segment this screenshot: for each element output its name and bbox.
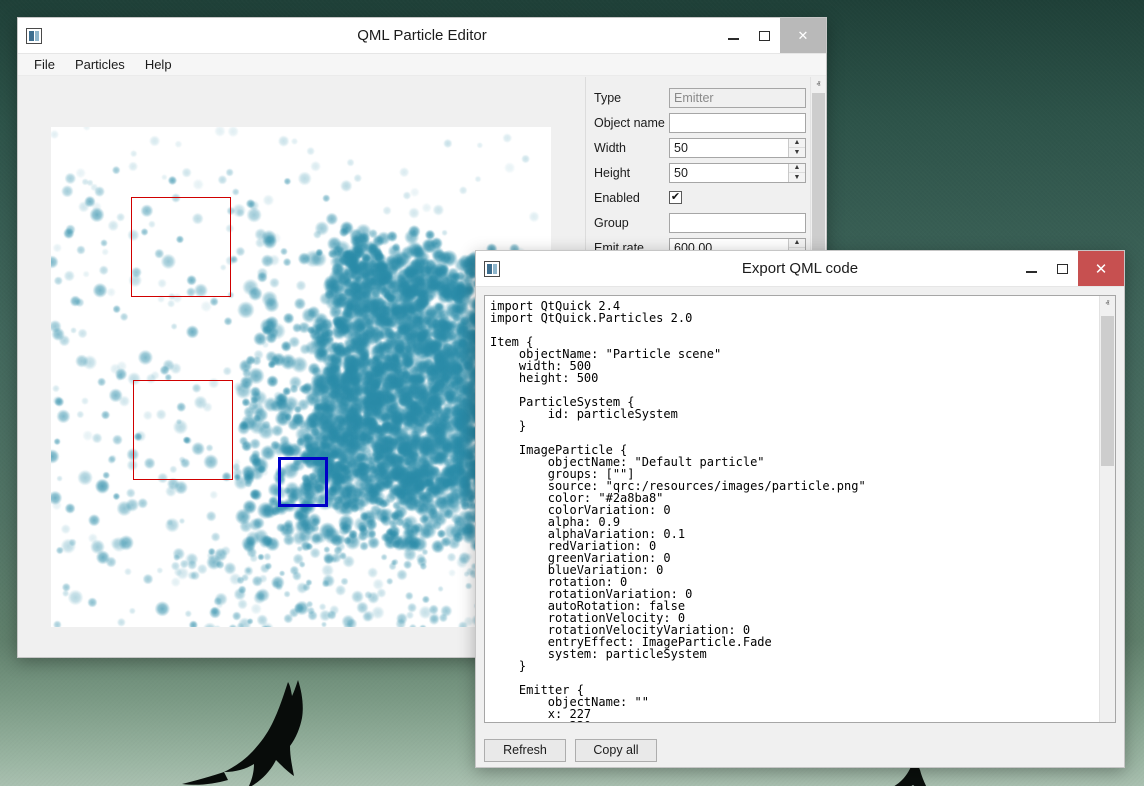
- main-menubar: File Particles Help: [18, 54, 826, 76]
- code-scroll-track[interactable]: [1100, 312, 1115, 706]
- property-row: Enabled ✔: [594, 185, 806, 210]
- maximize-button[interactable]: [749, 18, 780, 53]
- code-scroll-thumb[interactable]: [1101, 316, 1114, 466]
- dialog-minimize-button[interactable]: [1016, 251, 1047, 286]
- dialog-caption-buttons: ✕: [1016, 251, 1124, 286]
- spinner-up-icon[interactable]: ▲: [789, 164, 805, 174]
- desktop-background: QML Particle Editor ✕ File Particles Hel…: [0, 0, 1144, 786]
- emitter-rect-selected[interactable]: [278, 457, 328, 507]
- dialog-button-row: Refresh Copy all: [484, 723, 1116, 767]
- main-window-titlebar[interactable]: QML Particle Editor ✕: [18, 18, 826, 54]
- property-label: Object name: [594, 116, 669, 130]
- main-window-title: QML Particle Editor: [18, 27, 826, 44]
- spinner-arrows: ▲▼: [788, 164, 805, 182]
- property-value[interactable]: 50: [670, 164, 788, 182]
- property-input[interactable]: [669, 213, 806, 233]
- property-row: Type Emitter: [594, 85, 806, 110]
- property-row: Group: [594, 210, 806, 235]
- property-value[interactable]: 50: [670, 139, 788, 157]
- code-scroll-up-arrow-icon[interactable]: ⱏ: [1100, 296, 1115, 312]
- dialog-close-button[interactable]: ✕: [1078, 251, 1124, 286]
- property-value-readonly: Emitter: [669, 88, 806, 108]
- spinner-down-icon[interactable]: ▼: [789, 148, 805, 157]
- property-label: Width: [594, 141, 669, 155]
- dialog-titlebar[interactable]: Export QML code ✕: [476, 251, 1124, 287]
- property-spinbox[interactable]: 50 ▲ ▼: [669, 138, 806, 158]
- property-input[interactable]: [669, 113, 806, 133]
- main-window-caption-buttons: ✕: [718, 18, 826, 53]
- qml-code-area[interactable]: import QtQuick 2.4 import QtQuick.Partic…: [484, 295, 1116, 723]
- refresh-button[interactable]: Refresh: [484, 739, 566, 762]
- spinner-up-icon[interactable]: ▲: [789, 139, 805, 149]
- export-dialog-window: Export QML code ✕ import QtQuick 2.4 imp…: [475, 250, 1125, 768]
- dialog-body: import QtQuick 2.4 import QtQuick.Partic…: [476, 287, 1124, 767]
- property-label: Group: [594, 216, 669, 230]
- property-row: Height 50 ▲ ▼: [594, 160, 806, 185]
- code-scroll-down-arrow-icon[interactable]: ⱟ: [1100, 706, 1115, 722]
- property-label: Enabled: [594, 191, 669, 205]
- copy-all-button[interactable]: Copy all: [575, 739, 657, 762]
- property-row: Width 50 ▲ ▼: [594, 135, 806, 160]
- app-icon: [484, 261, 500, 277]
- close-button[interactable]: ✕: [780, 18, 826, 53]
- spinner-down-icon[interactable]: ▼: [789, 173, 805, 182]
- code-scrollbar[interactable]: ⱏ ⱟ: [1099, 296, 1115, 722]
- scroll-up-arrow-icon[interactable]: ⱏ: [811, 77, 826, 93]
- bird-silhouette-icon: [180, 676, 370, 786]
- qml-code-text[interactable]: import QtQuick 2.4 import QtQuick.Partic…: [485, 296, 1099, 722]
- minimize-button[interactable]: [718, 18, 749, 53]
- property-spinbox[interactable]: 50 ▲ ▼: [669, 163, 806, 183]
- menu-particles[interactable]: Particles: [65, 55, 135, 74]
- property-label: Height: [594, 166, 669, 180]
- property-label: Type: [594, 91, 669, 105]
- spinner-arrows: ▲▼: [788, 139, 805, 157]
- property-row: Object name: [594, 110, 806, 135]
- menu-file[interactable]: File: [24, 55, 65, 74]
- app-icon: [26, 28, 42, 44]
- property-checkbox[interactable]: ✔: [669, 191, 682, 204]
- emitter-rect[interactable]: [133, 380, 233, 480]
- menu-help[interactable]: Help: [135, 55, 182, 74]
- spinner-up-icon[interactable]: ▲: [789, 239, 805, 249]
- dialog-maximize-button[interactable]: [1047, 251, 1078, 286]
- emitter-rect[interactable]: [131, 197, 231, 297]
